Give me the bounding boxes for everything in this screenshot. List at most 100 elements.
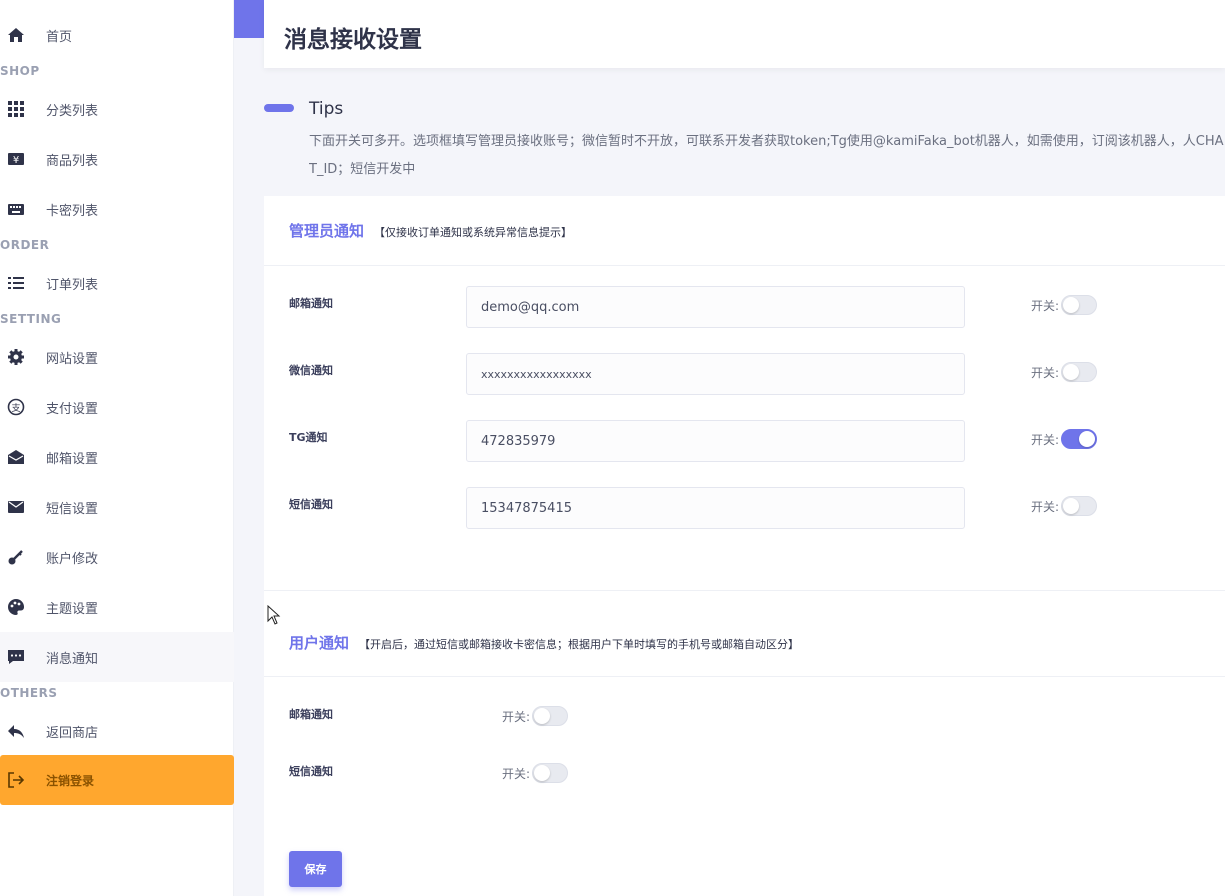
sidebar-item-label: 首页 — [46, 29, 73, 45]
switch-label: 开关: — [502, 709, 531, 724]
admin-email-label: 邮箱通知 — [289, 297, 333, 310]
settings-card: 管理员通知 【仅接收订单通知或系统异常信息提示】 邮箱通知 开关: 微信通知 开… — [264, 196, 1225, 896]
key-icon — [6, 547, 26, 567]
admin-sms-label: 短信通知 — [289, 498, 333, 511]
admin-wechat-switch-group: 开关: — [1031, 362, 1098, 382]
sidebar-item-label: 返回商店 — [46, 725, 99, 741]
user-email-switch-group: 开关: — [502, 706, 569, 726]
admin-wechat-label: 微信通知 — [289, 364, 333, 377]
divider — [264, 676, 1225, 677]
admin-tg-input[interactable] — [466, 420, 965, 462]
envelope-icon — [6, 497, 26, 517]
admin-notify-subheading: 【仅接收订单通知或系统异常信息提示】 — [374, 226, 573, 239]
divider — [264, 265, 1225, 266]
sidebar-item-label: 分类列表 — [46, 103, 99, 119]
sidebar-item-label: 注销登录 — [46, 773, 95, 788]
sidebar-item-sms[interactable]: 短信设置 — [0, 482, 234, 532]
toggle-knob — [1063, 498, 1080, 514]
user-notify-subheading: 【开启后，通过短信或邮箱接收卡密信息；根据用户下单时填写的手机号或邮箱自动区分】 — [359, 638, 800, 651]
admin-email-toggle[interactable] — [1061, 295, 1098, 315]
admin-tg-label: TG通知 — [289, 431, 328, 444]
user-sms-switch-group: 开关: — [502, 763, 569, 783]
save-button[interactable]: 保存 — [289, 851, 342, 887]
svg-text:支: 支 — [11, 402, 20, 414]
page-title: 消息接收设置 — [284, 27, 422, 53]
sidebar-item-notify[interactable]: 消息通知 — [0, 632, 234, 682]
sidebar-section-shop: SHOP — [0, 64, 40, 78]
open-envelope-icon — [6, 447, 26, 467]
divider — [264, 590, 1225, 591]
sidebar-item-orders[interactable]: 订单列表 — [0, 258, 234, 308]
tips-title: Tips — [309, 99, 344, 119]
list-icon — [6, 273, 26, 293]
admin-sms-switch-group: 开关: — [1031, 496, 1098, 516]
sidebar-item-logout[interactable]: 注销登录 — [0, 755, 234, 805]
sidebar-item-label: 订单列表 — [46, 277, 99, 293]
admin-notify-heading: 管理员通知 — [289, 222, 365, 240]
toggle-knob — [1079, 431, 1096, 447]
switch-label: 开关: — [1031, 499, 1060, 514]
sidebar-item-back[interactable]: 返回商店 — [0, 706, 234, 756]
svg-text:¥: ¥ — [13, 155, 19, 166]
user-email-toggle[interactable] — [532, 706, 569, 726]
admin-sms-toggle[interactable] — [1061, 496, 1098, 516]
sidebar-item-payment[interactable]: 支 支付设置 — [0, 382, 234, 432]
user-notify-header: 用户通知 【开启后，通过短信或邮箱接收卡密信息；根据用户下单时填写的手机号或邮箱… — [289, 632, 799, 653]
home-icon — [6, 25, 26, 45]
admin-wechat-input[interactable] — [466, 353, 965, 395]
sidebar-item-category[interactable]: 分类列表 — [0, 84, 234, 134]
sidebar-item-label: 网站设置 — [46, 351, 99, 367]
sidebar-item-cards[interactable]: 卡密列表 — [0, 184, 234, 234]
chat-message-icon — [6, 647, 26, 667]
switch-label: 开关: — [502, 766, 531, 781]
sidebar-item-label: 短信设置 — [46, 501, 99, 517]
sidebar-item-site[interactable]: 网站设置 — [0, 332, 234, 382]
reply-arrow-icon — [6, 721, 26, 741]
sidebar-item-products[interactable]: ¥ 商品列表 — [0, 134, 234, 184]
logout-icon — [6, 770, 26, 790]
admin-wechat-toggle[interactable] — [1061, 362, 1098, 382]
mouse-pointer-icon — [267, 604, 281, 625]
switch-label: 开关: — [1031, 365, 1060, 380]
sidebar-item-label: 消息通知 — [46, 651, 99, 667]
admin-tg-switch-group: 开关: — [1031, 429, 1098, 449]
switch-label: 开关: — [1031, 432, 1060, 447]
page-header: 消息接收设置 — [264, 0, 1225, 68]
grid-pattern-icon — [6, 99, 26, 119]
sidebar-item-label: 账户修改 — [46, 551, 99, 567]
alipay-icon: 支 — [6, 397, 26, 417]
admin-tg-toggle[interactable] — [1061, 429, 1098, 449]
sidebar-item-label: 卡密列表 — [46, 203, 99, 219]
sidebar: 首页 SHOP 分类列表 ¥ 商品列表 卡密列表 ORDER 订单列表 SETT… — [0, 0, 234, 896]
admin-email-input[interactable] — [466, 286, 965, 328]
admin-sms-input[interactable] — [466, 487, 965, 529]
toggle-knob — [1063, 364, 1080, 380]
sidebar-section-others: OTHERS — [0, 686, 58, 700]
user-notify-heading: 用户通知 — [289, 634, 350, 652]
user-sms-label: 短信通知 — [289, 765, 333, 778]
admin-notify-header: 管理员通知 【仅接收订单通知或系统异常信息提示】 — [289, 220, 572, 241]
tips-text: 下面开关可多开。选项框填写管理员接收账号；微信暂时不开放，可联系开发者获取tok… — [309, 134, 1224, 177]
sidebar-item-label: 支付设置 — [46, 401, 99, 417]
sidebar-item-label: 邮箱设置 — [46, 451, 99, 467]
sidebar-item-label: 商品列表 — [46, 153, 99, 169]
sidebar-item-label: 主题设置 — [46, 601, 99, 617]
top-accent-bar — [234, 0, 264, 38]
switch-label: 开关: — [1031, 298, 1060, 313]
sidebar-item-home[interactable]: 首页 — [0, 10, 234, 60]
sidebar-item-theme[interactable]: 主题设置 — [0, 582, 234, 632]
user-email-label: 邮箱通知 — [289, 708, 333, 721]
toggle-knob — [534, 765, 551, 781]
user-sms-toggle[interactable] — [532, 763, 569, 783]
admin-email-switch-group: 开关: — [1031, 295, 1098, 315]
keyboard-icon — [6, 199, 26, 219]
sidebar-item-mail[interactable]: 邮箱设置 — [0, 432, 234, 482]
tips-accent — [264, 104, 294, 112]
toggle-knob — [534, 708, 551, 724]
toggle-knob — [1063, 297, 1080, 313]
sidebar-item-account[interactable]: 账户修改 — [0, 532, 234, 582]
sidebar-section-order: ORDER — [0, 238, 50, 252]
yen-ticket-icon: ¥ — [6, 149, 26, 169]
palette-icon — [6, 597, 26, 617]
sidebar-section-setting: SETTING — [0, 312, 62, 326]
